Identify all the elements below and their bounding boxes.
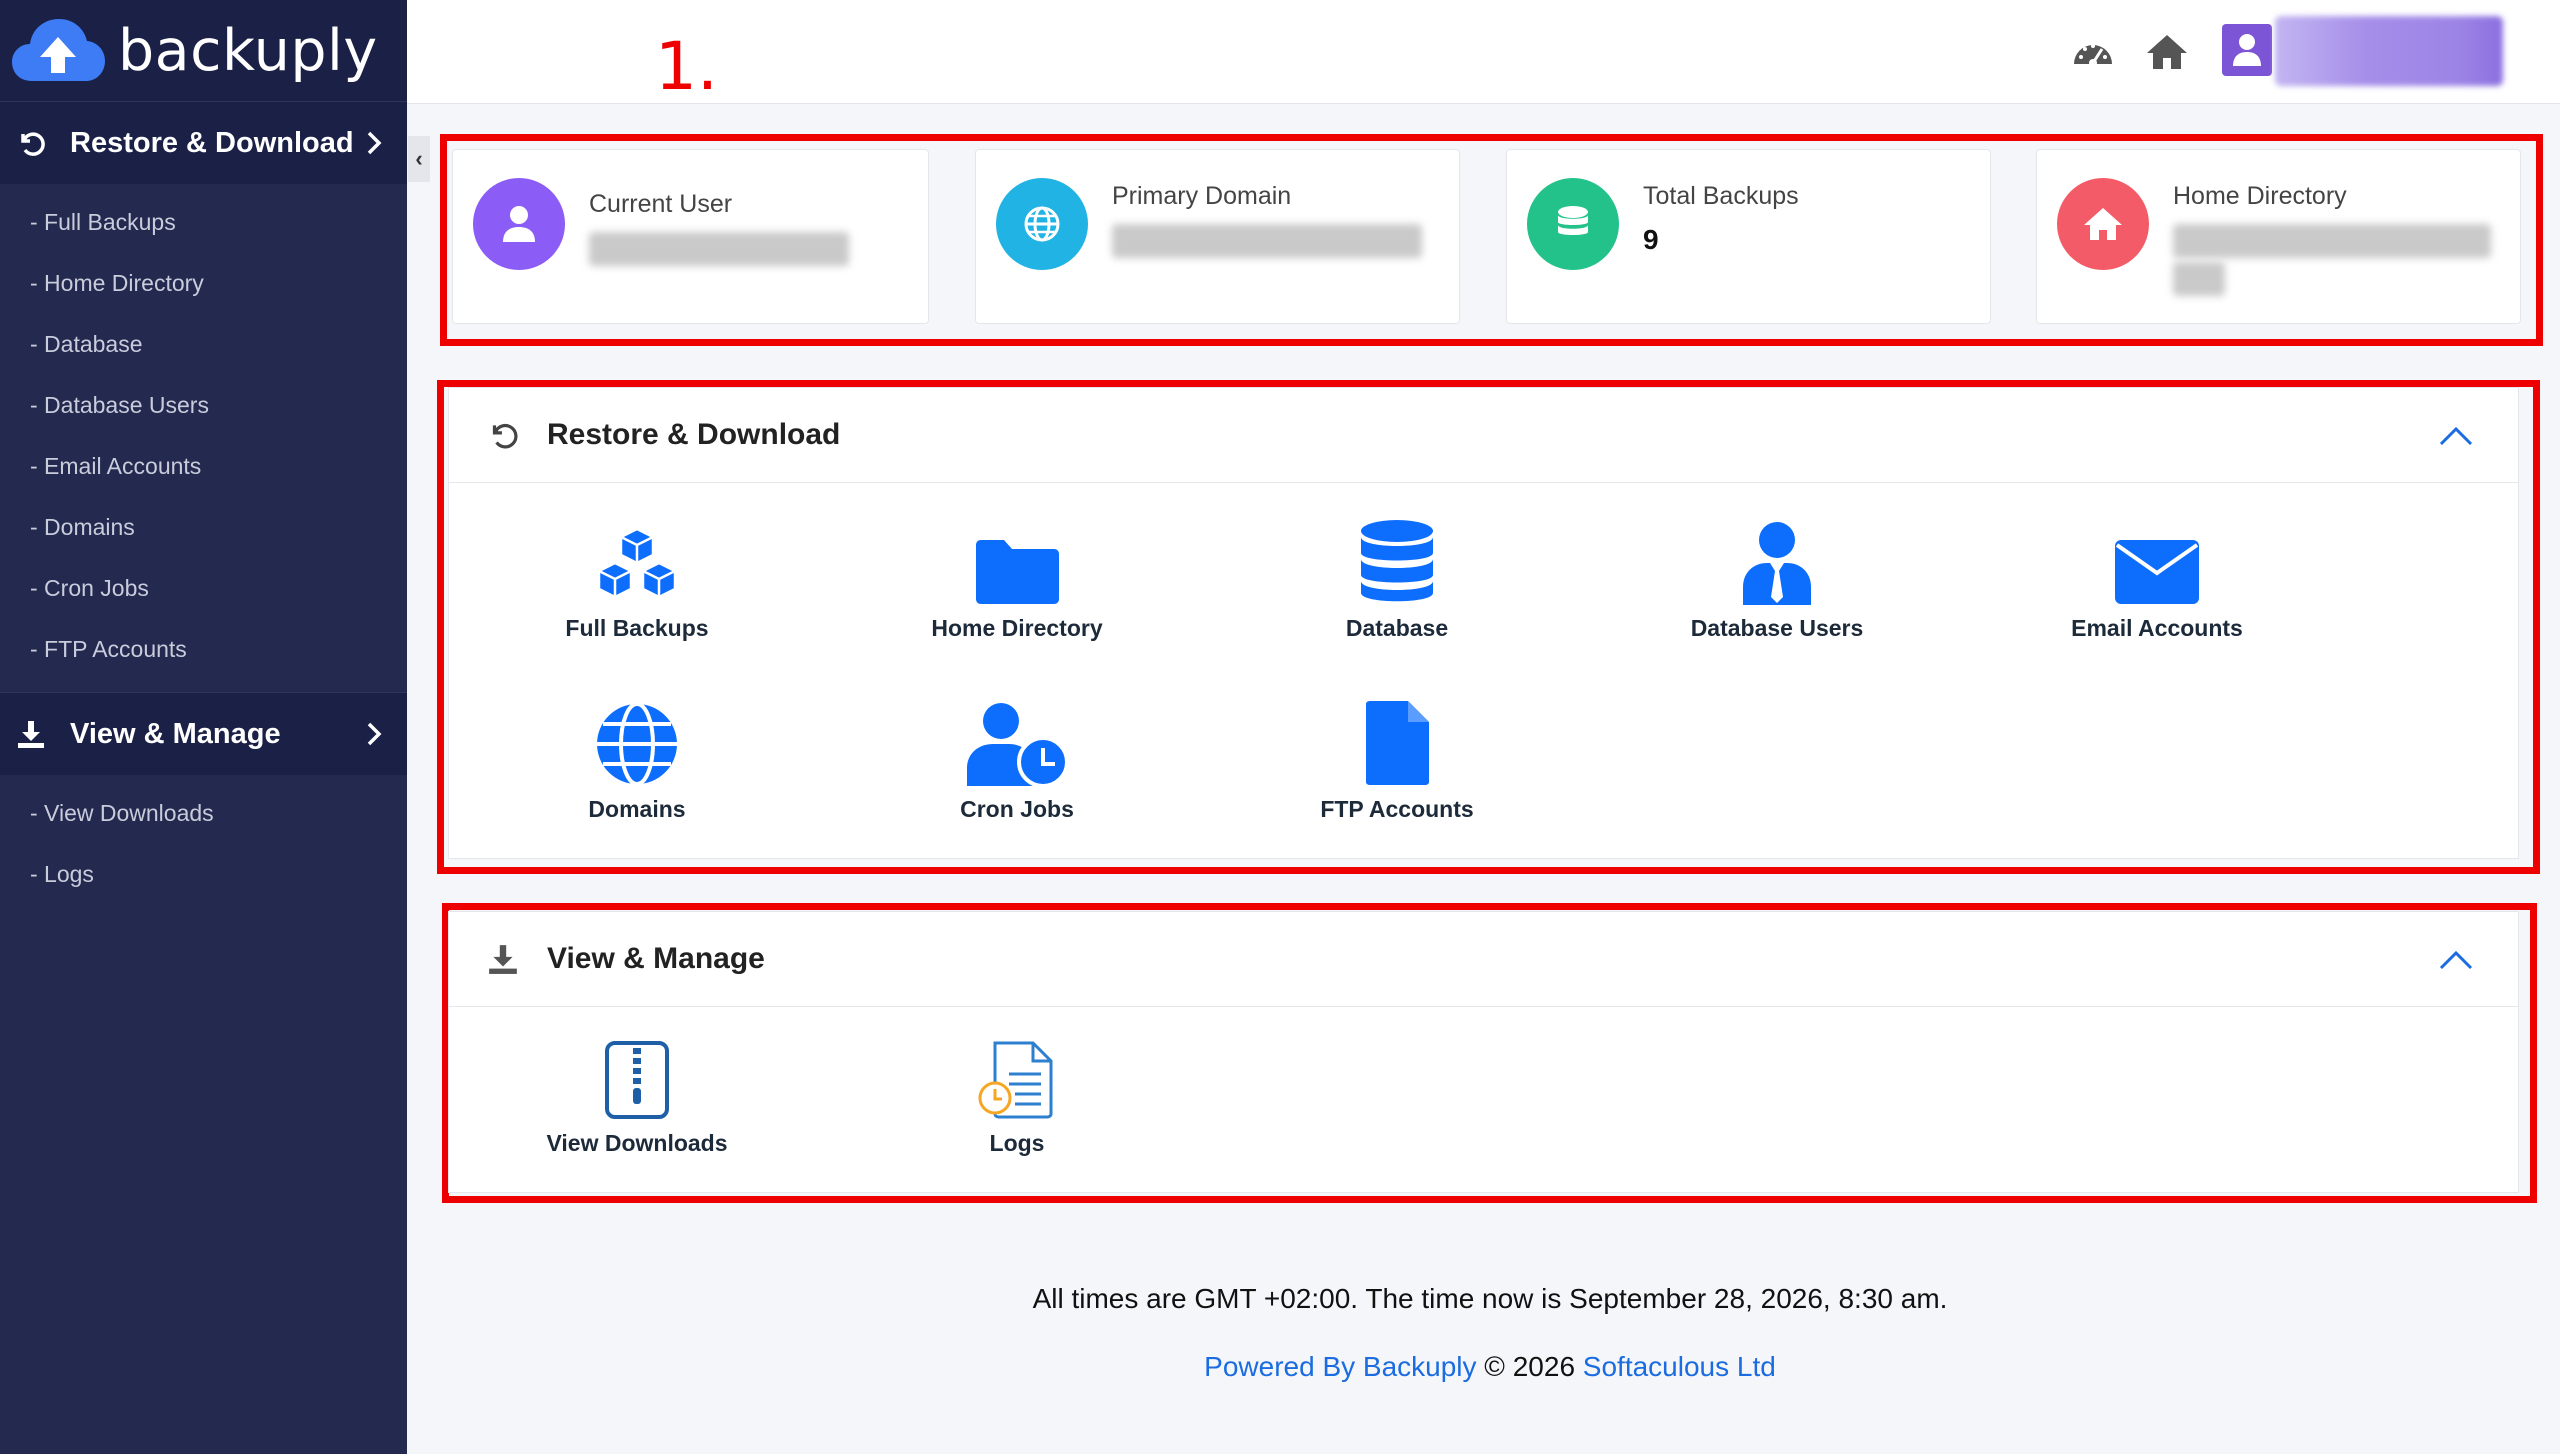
sidebar-section-label: Restore & Download (70, 126, 354, 159)
user-menu[interactable] (2275, 16, 2503, 86)
stat-label: Total Backups (1643, 182, 1799, 210)
panel-title: View & Manage (547, 942, 765, 975)
tile-label: Full Backups (565, 615, 709, 641)
sidebar-section-view-manage[interactable]: View & Manage (0, 692, 407, 775)
stat-value-redacted (2173, 224, 2491, 258)
stat-label: Home Directory (2173, 182, 2347, 210)
server-time-notice: All times are GMT +02:00. The time now i… (1032, 1283, 1948, 1314)
stat-label: Primary Domain (1112, 182, 1292, 210)
stat-value-redacted (2173, 262, 2225, 296)
file-icon (1247, 696, 1547, 786)
brand-logo[interactable]: backuply (0, 0, 407, 101)
chevron-right-icon (367, 131, 382, 155)
cloud-upload-icon (12, 18, 105, 81)
file-zipper-icon (487, 1030, 787, 1120)
tile-label: View Downloads (546, 1130, 728, 1156)
download-icon (16, 718, 48, 750)
tile-database[interactable]: Database (1247, 515, 1547, 642)
tile-full-backups[interactable]: Full Backups (487, 515, 787, 642)
file-log-icon (867, 1030, 1167, 1120)
restore-icon (487, 418, 521, 452)
restore-icon (16, 127, 48, 159)
tile-label: Home Directory (931, 615, 1103, 641)
footer-credits: Powered By Backuply © 2026 Softaculous L… (420, 1351, 2560, 1383)
database-icon (1527, 178, 1619, 270)
database-icon (1247, 515, 1547, 605)
tile-domains[interactable]: Domains (487, 696, 787, 823)
sidebar-item-database-users[interactable]: - Database Users (0, 375, 407, 436)
tile-label: Domains (588, 796, 686, 822)
sidebar-item-logs[interactable]: - Logs (0, 844, 407, 905)
stat-card-current-user: Current User (452, 149, 929, 324)
restore-download-panel: Restore & Download Full Backups Home Dir… (448, 387, 2519, 859)
tile-home-directory[interactable]: Home Directory (867, 515, 1167, 642)
download-icon (487, 942, 521, 976)
globe-icon (487, 696, 787, 786)
annotation-label-1: 1. (655, 28, 718, 105)
envelope-icon (2007, 515, 2307, 605)
chevron-up-icon[interactable] (2438, 944, 2474, 974)
sidebar-subnav-restore: - Full Backups - Home Directory - Databa… (0, 184, 407, 692)
top-bar (407, 0, 2560, 104)
cubes-icon (487, 515, 787, 605)
tile-email-accounts[interactable]: Email Accounts (2007, 515, 2307, 642)
dashboard-icon[interactable] (2071, 30, 2115, 74)
stat-card-home-directory: Home Directory (2036, 149, 2521, 324)
company-link[interactable]: Softaculous Ltd (1583, 1351, 1776, 1382)
tile-label: FTP Accounts (1320, 796, 1474, 822)
sidebar-section-restore-download[interactable]: Restore & Download (0, 101, 407, 184)
powered-by-link[interactable]: Powered By Backuply (1204, 1351, 1476, 1382)
sidebar-item-ftp-accounts[interactable]: - FTP Accounts (0, 619, 407, 680)
view-manage-panel: View & Manage View Downloads Logs (448, 911, 2519, 1193)
chevron-right-icon (367, 722, 382, 746)
folder-icon (867, 515, 1167, 605)
user-icon (2233, 34, 2261, 66)
user-icon (473, 178, 565, 270)
panel-header: View & Manage (449, 912, 2518, 1007)
stat-label: Current User (589, 190, 733, 218)
sidebar-item-full-backups[interactable]: - Full Backups (0, 192, 407, 253)
sidebar-section-label: View & Manage (70, 717, 281, 750)
sidebar-item-home-directory[interactable]: - Home Directory (0, 253, 407, 314)
user-avatar[interactable] (2222, 24, 2272, 76)
panel-header: Restore & Download (449, 388, 2518, 483)
home-icon (2057, 178, 2149, 270)
brand-name: backuply (118, 17, 378, 84)
panel-title: Restore & Download (547, 418, 841, 451)
user-tie-icon (1627, 515, 1927, 605)
tile-label: Logs (989, 1130, 1045, 1156)
tile-label: Email Accounts (2071, 615, 2243, 641)
home-icon[interactable] (2145, 30, 2189, 74)
tile-view-downloads[interactable]: View Downloads (487, 1030, 787, 1157)
sidebar-item-database[interactable]: - Database (0, 314, 407, 375)
stat-value-redacted (1112, 224, 1422, 258)
sidebar: backuply Restore & Download - Full Backu… (0, 0, 407, 1454)
stat-card-primary-domain: Primary Domain (975, 149, 1460, 324)
tile-label: Cron Jobs (960, 796, 1074, 822)
globe-icon (996, 178, 1088, 270)
tile-logs[interactable]: Logs (867, 1030, 1167, 1157)
sidebar-item-view-downloads[interactable]: - View Downloads (0, 783, 407, 844)
sidebar-subnav-manage: - View Downloads - Logs (0, 775, 407, 917)
tile-cron-jobs[interactable]: Cron Jobs (867, 696, 1167, 823)
sidebar-item-domains[interactable]: - Domains (0, 497, 407, 558)
sidebar-collapse-toggle[interactable]: ‹ (408, 136, 430, 182)
sidebar-item-email-accounts[interactable]: - Email Accounts (0, 436, 407, 497)
tile-label: Database Users (1690, 615, 1864, 641)
stat-card-total-backups: Total Backups 9 (1506, 149, 1991, 324)
sidebar-item-cron-jobs[interactable]: - Cron Jobs (0, 558, 407, 619)
stat-value-total-backups: 9 (1643, 224, 1659, 255)
user-clock-icon (867, 696, 1167, 786)
tile-label: Database (1345, 615, 1449, 641)
tile-database-users[interactable]: Database Users (1627, 515, 1927, 642)
copyright-text: © 2026 (1476, 1351, 1583, 1382)
stat-value-redacted (589, 232, 849, 266)
tile-ftp-accounts[interactable]: FTP Accounts (1247, 696, 1547, 823)
chevron-up-icon[interactable] (2438, 420, 2474, 450)
